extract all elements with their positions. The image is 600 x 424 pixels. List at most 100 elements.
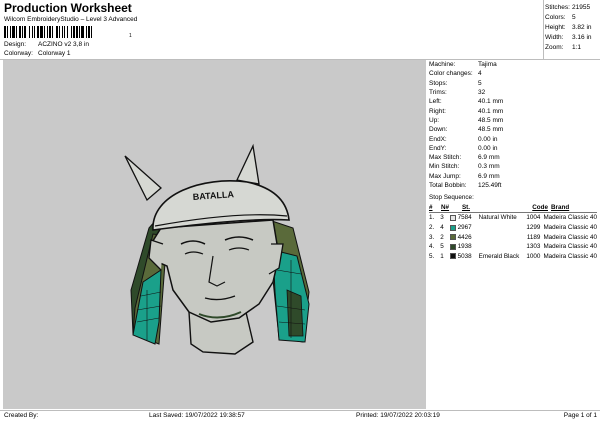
barcode-tail: 1 bbox=[129, 33, 132, 39]
detail-label: Machine: bbox=[429, 61, 456, 69]
detail-label: EndX: bbox=[429, 135, 447, 143]
machine-details: Machine: Tajima Color changes: 4 Stops: 5 Trim… bbox=[429, 60, 597, 190]
col-brand: Brand bbox=[551, 204, 570, 212]
color-swatch bbox=[449, 224, 456, 231]
design-row: Design: ACZINO v2 3,8 in bbox=[4, 41, 89, 48]
left-horn bbox=[124, 155, 162, 202]
stitch-count-cell: 5038 bbox=[449, 252, 479, 260]
detail-row: Left: 40.1 mm bbox=[429, 97, 597, 106]
thread-code: 1000 bbox=[526, 252, 541, 260]
detail-label: Stops: bbox=[429, 79, 448, 87]
detail-value: 48.5 mm bbox=[478, 126, 504, 134]
needle-number: 3 bbox=[440, 214, 444, 222]
stop-sequence-table: Stop Sequence: # N# St. Code Brand 1. 3 75… bbox=[429, 194, 597, 261]
software-subtitle: Wilcom EmbroideryStudio – Level 3 Advanc… bbox=[4, 16, 138, 23]
face bbox=[150, 219, 280, 323]
hair-right-dark bbox=[286, 289, 304, 337]
stop-row: 3. 2 4426 1189 Madeira Classic 40 bbox=[429, 232, 597, 242]
summary-stats: Stitches: 21955 Colors: 5 Height: 3.82 in W… bbox=[545, 2, 597, 52]
needle-number: 5 bbox=[440, 243, 444, 251]
detail-value: Tajima bbox=[478, 61, 497, 69]
col-stop: # bbox=[429, 204, 433, 212]
barcode-gap bbox=[92, 26, 94, 38]
stop-index: 5. bbox=[429, 252, 435, 260]
last-saved: Last Saved: 19/07/2022 19:38:57 bbox=[149, 412, 245, 419]
stat-stitches: Stitches: 21955 bbox=[545, 3, 591, 11]
design-value: ACZINO v2 3,8 in bbox=[38, 41, 89, 48]
detail-value: 48.5 mm bbox=[478, 116, 504, 124]
needle-number: 2 bbox=[440, 233, 444, 241]
col-st: St. bbox=[461, 204, 470, 212]
stop-row: 4. 5 1938 1303 Madeira Classic 40 bbox=[429, 242, 597, 252]
stop-index: 3. bbox=[429, 233, 435, 241]
detail-value: 40.1 mm bbox=[478, 107, 504, 115]
barcode bbox=[4, 26, 128, 38]
detail-label: Max Stitch: bbox=[429, 154, 462, 162]
stop-sequence-title: Stop Sequence: bbox=[429, 194, 474, 201]
detail-label: Left: bbox=[429, 98, 442, 106]
stitch-count-cell: 2967 bbox=[449, 224, 479, 232]
detail-label: Trims: bbox=[429, 89, 447, 97]
detail-label: Up: bbox=[429, 116, 440, 124]
thread-code: 1189 bbox=[526, 233, 541, 241]
detail-value: 0.3 mm bbox=[478, 163, 500, 171]
color-swatch bbox=[449, 234, 456, 241]
detail-row: Right: 40.1 mm bbox=[429, 106, 597, 115]
col-needle: N# bbox=[441, 204, 450, 212]
stitch-count: 1938 bbox=[457, 243, 472, 251]
thread-brand: Madeira Classic 40 bbox=[543, 252, 597, 260]
thread-code: 1299 bbox=[526, 224, 541, 232]
colorway-value: Colorway 1 bbox=[38, 50, 71, 57]
stat-width: Width: 3.16 in bbox=[545, 33, 592, 41]
color-swatch bbox=[449, 253, 456, 260]
right-horn bbox=[236, 143, 260, 185]
stop-index: 2. bbox=[429, 224, 435, 232]
stop-row: 1. 3 7584 Natural White 1004 Madeira Classic … bbox=[429, 213, 597, 223]
detail-label: Max Jump: bbox=[429, 172, 461, 180]
thread-brand: Madeira Classic 40 bbox=[543, 233, 597, 241]
stitch-count-cell: 4426 bbox=[449, 234, 479, 241]
detail-value: 4 bbox=[478, 70, 482, 78]
detail-label: Right: bbox=[429, 107, 446, 115]
stat-zoom: Zoom: 1:1 bbox=[545, 43, 582, 51]
detail-value: 125.49ft bbox=[478, 182, 502, 189]
stitch-count: 2967 bbox=[457, 224, 472, 232]
detail-label: Min Stitch: bbox=[429, 163, 460, 171]
detail-row: Up: 48.5 mm bbox=[429, 116, 597, 125]
detail-row: Color changes: 4 bbox=[429, 69, 597, 78]
color-name: Emerald Black bbox=[478, 252, 520, 260]
stitch-count-cell: 1938 bbox=[449, 243, 479, 251]
page-title: Production Worksheet bbox=[4, 1, 132, 15]
detail-row: Machine: Tajima bbox=[429, 60, 597, 69]
detail-label: Color changes: bbox=[429, 70, 473, 78]
color-name: Natural White bbox=[478, 214, 517, 222]
footer-divider bbox=[0, 410, 600, 411]
detail-value: 5 bbox=[478, 79, 482, 87]
detail-row: Trims: 32 bbox=[429, 88, 597, 97]
detail-row: Max Stitch: 6.9 mm bbox=[429, 153, 597, 162]
detail-row: Min Stitch: 0.3 mm bbox=[429, 162, 597, 171]
detail-label: EndY: bbox=[429, 144, 447, 152]
stat-colors: Colors: 5 bbox=[545, 13, 576, 21]
detail-value: 6.9 mm bbox=[478, 172, 500, 180]
detail-value: 0.00 in bbox=[478, 144, 498, 152]
embroidery-artwork: BATALLA bbox=[124, 143, 310, 355]
thread-code: 1004 bbox=[526, 214, 541, 222]
detail-label: Down: bbox=[429, 126, 448, 134]
detail-value: 0.00 in bbox=[478, 135, 498, 143]
stop-index: 4. bbox=[429, 243, 435, 251]
detail-row: Down: 48.5 mm bbox=[429, 125, 597, 134]
design-preview: BATALLA bbox=[3, 60, 426, 409]
stop-sequence-header: # N# St. Code Brand bbox=[429, 204, 597, 214]
detail-row: Stops: 5 bbox=[429, 79, 597, 88]
colorway-label: Colorway: bbox=[4, 50, 33, 57]
design-label: Design: bbox=[4, 41, 27, 48]
page-number: Page 1 of 1 bbox=[563, 412, 597, 419]
detail-label: Total Bobbin: bbox=[429, 182, 467, 189]
detail-row: EndX: 0.00 in bbox=[429, 134, 597, 143]
stop-index: 1. bbox=[429, 214, 435, 222]
stitch-count: 5038 bbox=[457, 252, 472, 260]
thread-brand: Madeira Classic 40 bbox=[543, 224, 597, 232]
detail-value: 32 bbox=[478, 89, 486, 97]
colorway-row: Colorway: Colorway 1 bbox=[4, 50, 71, 57]
